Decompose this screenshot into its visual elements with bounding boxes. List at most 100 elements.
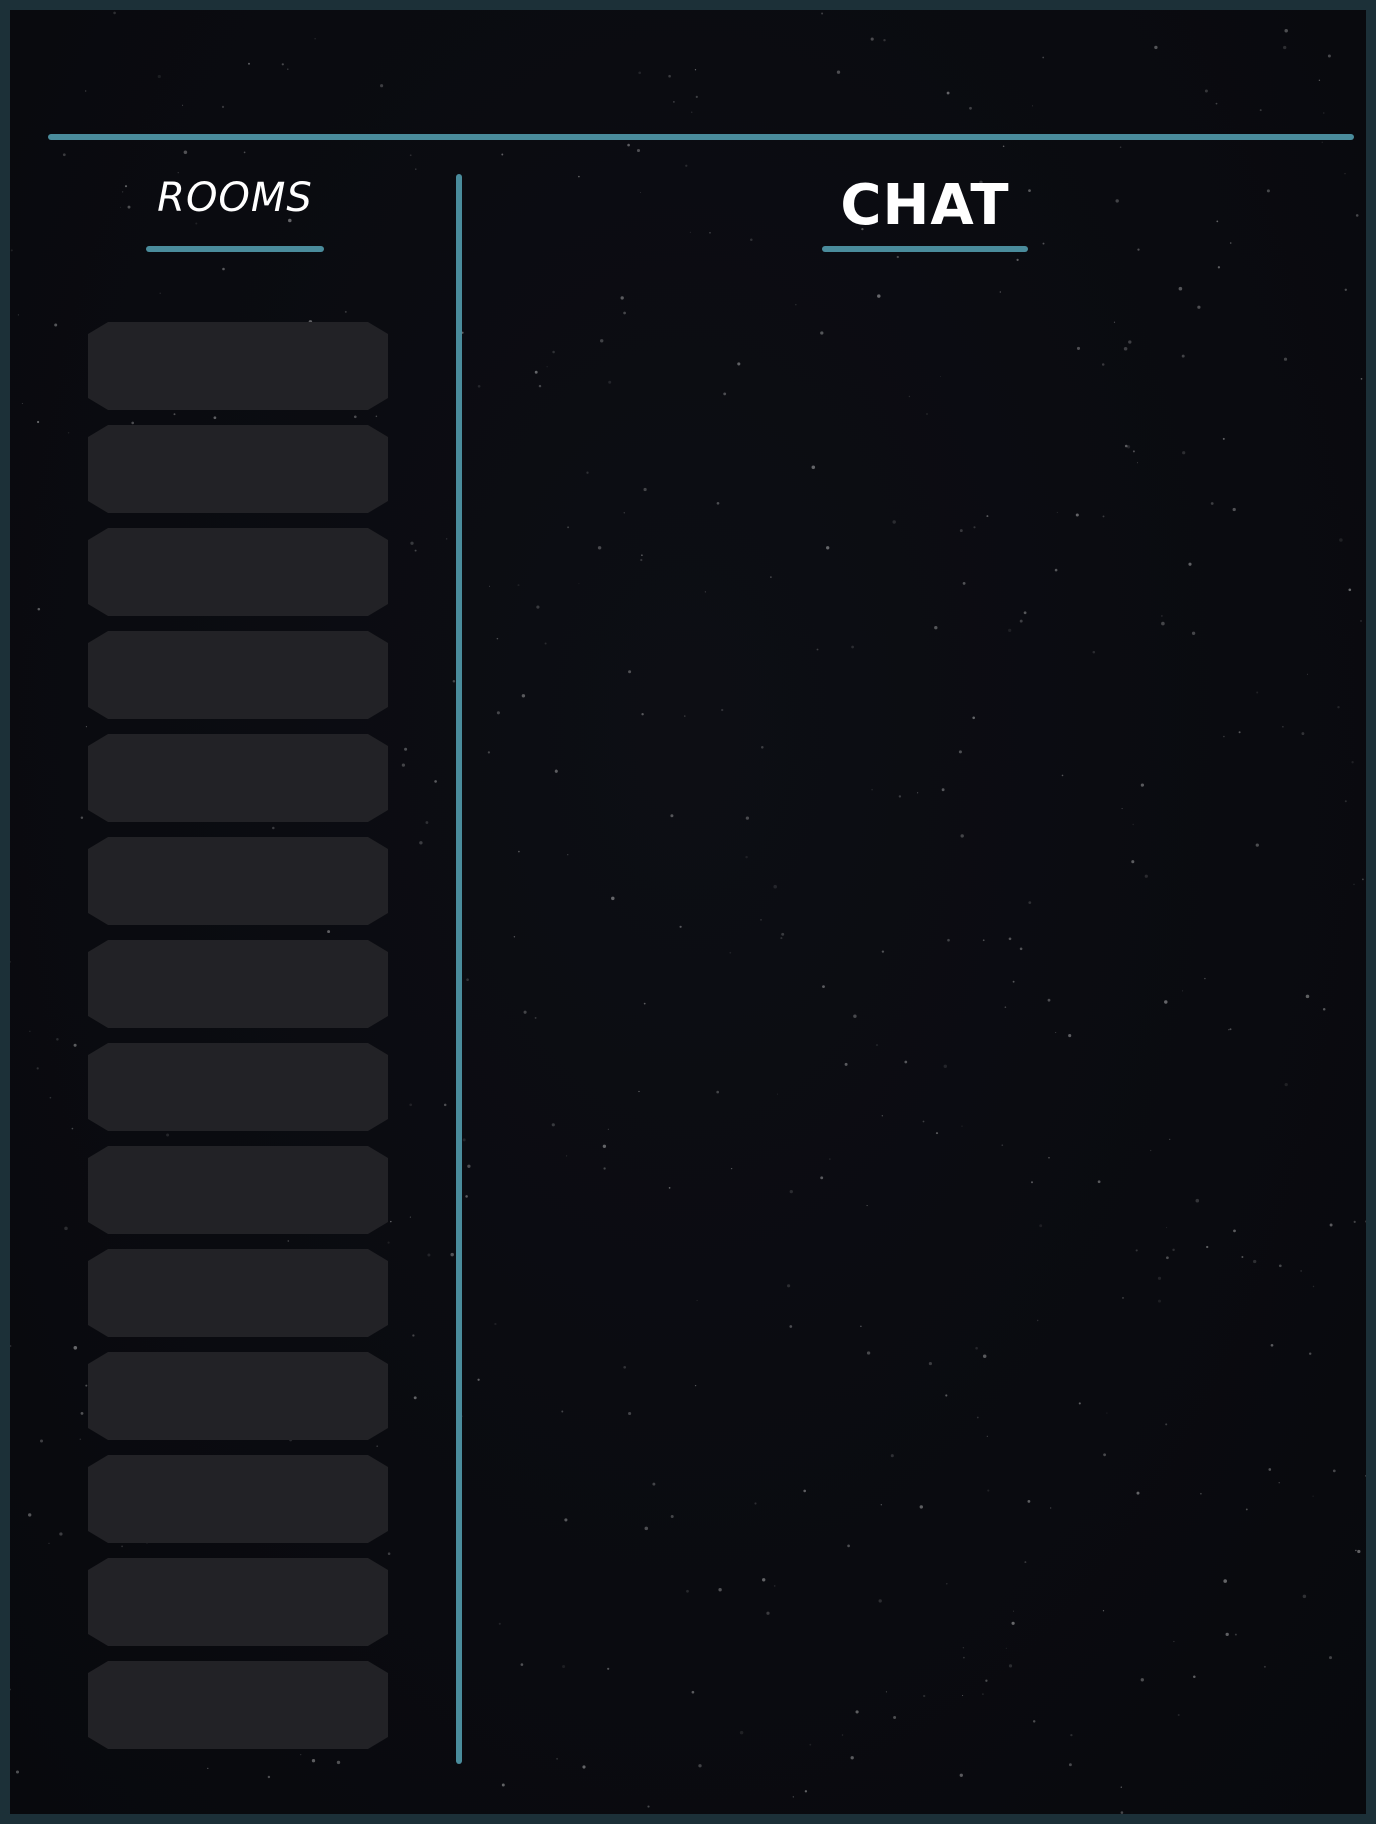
star-dot: [1042, 56, 1045, 59]
room-slot[interactable]: [88, 1249, 388, 1337]
star-dot: [410, 541, 414, 545]
room-slot[interactable]: [88, 425, 388, 513]
star-dot: [1266, 189, 1270, 193]
star-dot: [119, 206, 122, 209]
star-dot: [1355, 214, 1359, 217]
star-dot: [62, 153, 66, 157]
room-slot[interactable]: [88, 1558, 388, 1646]
star-dot: [638, 71, 642, 75]
star-dot: [17, 314, 19, 316]
star-dot: [467, 1164, 471, 1168]
star-dot: [85, 726, 87, 728]
star-dot: [401, 763, 406, 767]
star-dot: [113, 11, 116, 15]
star-dot: [195, 222, 198, 225]
rooms-heading: ROOMS: [157, 175, 313, 221]
star-dot: [40, 1439, 43, 1443]
panel-divider: [456, 174, 462, 1764]
star-dot: [29, 1030, 31, 1032]
star-dot: [1042, 242, 1045, 245]
room-slot[interactable]: [88, 528, 388, 616]
chat-message-area: [480, 270, 1360, 1770]
star-dot: [1137, 248, 1140, 251]
star-dot: [36, 1067, 39, 1070]
star-dot: [1284, 28, 1288, 33]
star-dot: [159, 292, 161, 294]
star-dot: [673, 101, 675, 103]
star-dot: [425, 821, 429, 824]
star-dot: [413, 1396, 417, 1400]
star-dot: [37, 607, 41, 611]
star-dot: [709, 232, 711, 234]
star-dot: [636, 148, 641, 153]
star-dot: [466, 978, 469, 981]
star-dot: [127, 205, 131, 209]
star-dot: [627, 143, 630, 147]
star-dot: [1031, 105, 1034, 107]
star-dot: [64, 1226, 68, 1231]
star-dot: [221, 105, 225, 109]
star-dot: [10, 249, 13, 252]
star-dot: [207, 1767, 209, 1770]
star-dot: [434, 780, 437, 783]
star-dot: [465, 1195, 468, 1198]
star-dot: [836, 70, 841, 74]
room-slot[interactable]: [88, 631, 388, 719]
star-dot: [182, 104, 184, 106]
star-dot: [243, 151, 246, 154]
star-dot: [80, 816, 84, 820]
star-dot: [157, 74, 161, 79]
star-dot: [404, 747, 408, 751]
star-dot: [1370, 1557, 1371, 1558]
star-dot: [73, 1043, 77, 1047]
room-slot[interactable]: [88, 1455, 388, 1543]
star-dot: [387, 1552, 391, 1555]
star-dot: [1028, 189, 1031, 192]
star-dot: [409, 154, 412, 157]
room-slot[interactable]: [88, 1661, 388, 1749]
star-dot: [1115, 199, 1119, 203]
star-dot: [1360, 378, 1363, 380]
star-dot: [1120, 1811, 1124, 1814]
star-dot: [1154, 45, 1158, 50]
star-dot: [896, 255, 899, 259]
star-dot: [344, 310, 347, 313]
star-dot: [883, 38, 886, 42]
star-dot: [1204, 89, 1208, 93]
star-dot: [452, 680, 456, 683]
star-dot: [37, 420, 40, 424]
app-frame: ROOMS CHAT: [0, 0, 1376, 1824]
star-dot: [750, 238, 753, 241]
room-slot[interactable]: [88, 322, 388, 410]
star-dot: [85, 90, 87, 92]
star-dot: [415, 168, 417, 170]
room-slot[interactable]: [88, 940, 388, 1028]
star-dot: [10, 1344, 12, 1348]
room-slot[interactable]: [88, 1352, 388, 1440]
star-dot: [450, 1252, 454, 1257]
star-dot: [390, 1220, 392, 1223]
room-slot[interactable]: [88, 734, 388, 822]
star-dot: [1215, 102, 1218, 105]
room-slot[interactable]: [88, 1043, 388, 1131]
star-dot: [694, 69, 697, 71]
star-dot: [67, 432, 70, 434]
star-dot: [1216, 220, 1219, 223]
room-slot[interactable]: [88, 1146, 388, 1234]
star-dot: [1360, 620, 1362, 622]
star-dot: [177, 172, 179, 174]
star-dot: [804, 1790, 808, 1793]
room-slot[interactable]: [88, 837, 388, 925]
star-dot: [501, 1783, 505, 1787]
star-dot: [79, 1438, 82, 1440]
star-dot: [28, 1513, 32, 1517]
star-dot: [689, 231, 691, 233]
star-dot: [248, 62, 250, 65]
star-dot: [946, 91, 950, 95]
star-dot: [1318, 79, 1321, 81]
star-dot: [281, 63, 284, 66]
star-dot: [419, 841, 423, 845]
star-dot: [222, 267, 225, 271]
star-dot: [1364, 1475, 1366, 1477]
star-dot: [691, 111, 693, 113]
